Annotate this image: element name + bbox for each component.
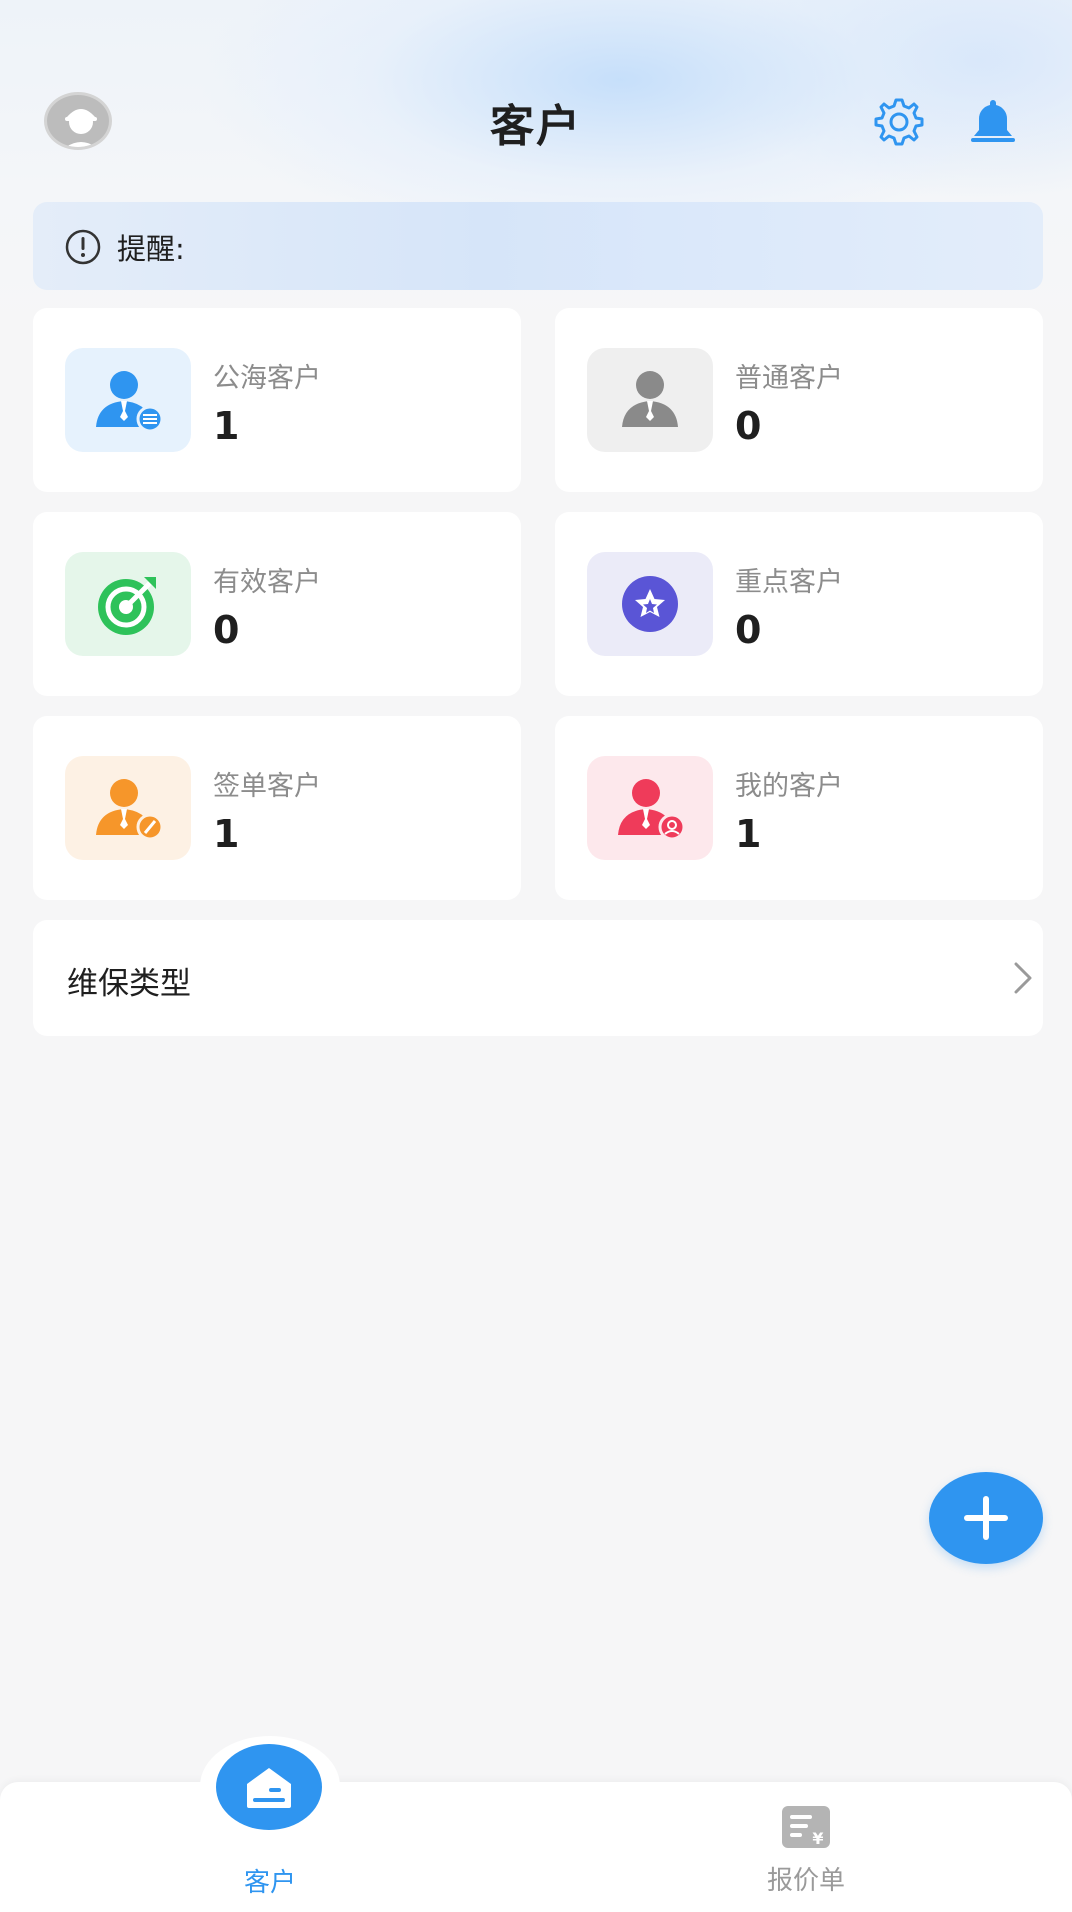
card-name: 普通客户 bbox=[735, 363, 843, 394]
card-name: 公海客户 bbox=[213, 363, 321, 394]
quote-document-icon[interactable]: ¥ bbox=[780, 1804, 832, 1850]
card-my-customers[interactable]: 我的客户 1 bbox=[555, 716, 1043, 900]
card-count: 0 bbox=[213, 608, 240, 652]
public-customer-tile bbox=[65, 348, 191, 452]
plus-icon bbox=[964, 1496, 1008, 1540]
bottom-tab-bar bbox=[0, 1782, 1072, 1912]
reminder-banner: 提醒: bbox=[33, 202, 1043, 290]
reminder-label: 提醒: bbox=[117, 232, 185, 266]
card-count: 0 bbox=[735, 404, 762, 448]
card-count: 1 bbox=[213, 404, 240, 448]
settings-button[interactable] bbox=[870, 94, 926, 150]
my-customer-tile bbox=[587, 756, 713, 860]
card-name: 签单客户 bbox=[213, 771, 321, 802]
add-button[interactable] bbox=[929, 1472, 1043, 1564]
card-valid-customers[interactable]: 有效客户 0 bbox=[33, 512, 521, 696]
card-signed-customers[interactable]: 签单客户 1 bbox=[33, 716, 521, 900]
target-icon bbox=[98, 577, 156, 635]
card-key-customers[interactable]: 重点客户 0 bbox=[555, 512, 1043, 696]
normal-customer-tile bbox=[587, 348, 713, 452]
star-badge-icon bbox=[622, 576, 678, 632]
chevron-right-icon bbox=[1014, 962, 1032, 994]
signed-customer-icon bbox=[96, 779, 164, 841]
top-bar: 客户 bbox=[0, 80, 1072, 160]
tab-customers-button[interactable] bbox=[216, 1744, 322, 1830]
my-customer-icon bbox=[618, 779, 686, 841]
valid-customer-tile bbox=[65, 552, 191, 656]
key-customer-tile bbox=[587, 552, 713, 656]
notifications-button[interactable] bbox=[965, 94, 1021, 150]
card-count: 0 bbox=[735, 608, 762, 652]
public-customer-icon bbox=[96, 371, 164, 433]
normal-customer-icon bbox=[622, 371, 678, 427]
tab-customers-label[interactable]: 客户 bbox=[200, 1862, 340, 1899]
gear-icon bbox=[874, 98, 924, 146]
card-count: 1 bbox=[213, 812, 240, 856]
card-normal-customers[interactable]: 普通客户 0 bbox=[555, 308, 1043, 492]
home-icon bbox=[247, 1768, 291, 1808]
card-name: 重点客户 bbox=[735, 567, 843, 598]
card-name: 有效客户 bbox=[213, 567, 321, 598]
exclamation-circle-icon bbox=[65, 229, 101, 265]
card-count: 1 bbox=[735, 812, 762, 856]
maintenance-type-row[interactable]: 维保类型 bbox=[33, 920, 1043, 1036]
card-name: 我的客户 bbox=[735, 771, 843, 802]
tab-quotes-label[interactable]: 报价单 bbox=[736, 1860, 876, 1897]
card-public-customers[interactable]: 公海客户 1 bbox=[33, 308, 521, 492]
svg-text:¥: ¥ bbox=[812, 1829, 823, 1848]
bell-icon bbox=[971, 100, 1015, 142]
maintenance-type-label: 维保类型 bbox=[67, 966, 191, 1002]
signed-customer-tile bbox=[65, 756, 191, 860]
